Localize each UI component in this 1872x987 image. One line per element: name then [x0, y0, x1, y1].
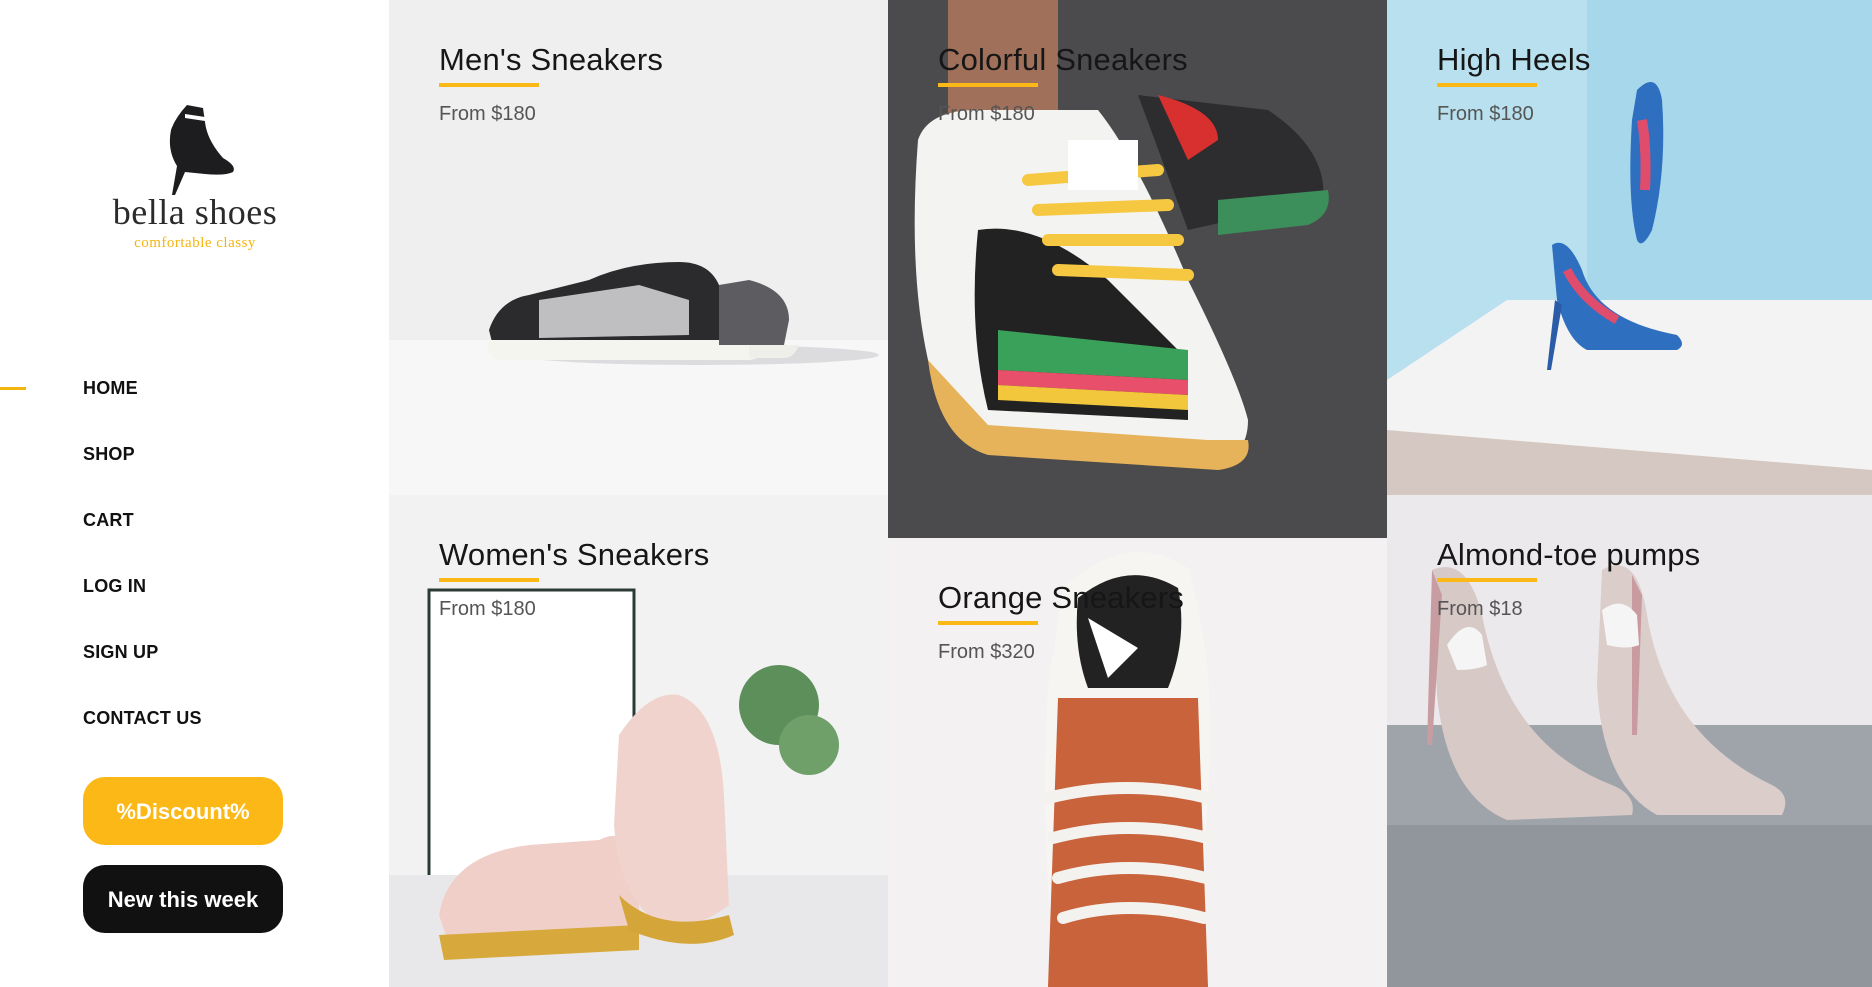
brand-tagline: comfortable classy: [134, 235, 256, 251]
nav-item-label: SIGN UP: [83, 642, 159, 662]
brand-name: bella shoes: [112, 192, 278, 232]
title-underline: [439, 83, 539, 87]
nav-item-label: HOME: [83, 378, 138, 398]
product-title: Almond-toe pumps: [1437, 537, 1701, 572]
product-title: High Heels: [1437, 42, 1591, 77]
nav-item-contact-us[interactable]: CONTACT US: [0, 685, 389, 751]
discount-button[interactable]: %Discount%: [83, 777, 283, 845]
sidebar: bella shoes comfortable classy HOME SHOP…: [0, 0, 389, 987]
title-underline: [938, 621, 1038, 625]
nav-item-home[interactable]: HOME: [0, 355, 389, 421]
product-title: Men's Sneakers: [439, 42, 664, 77]
product-price: From $180: [938, 103, 1035, 125]
colorful-sneakers-photo: [888, 0, 1387, 538]
nav-item-label: LOG IN: [83, 576, 147, 596]
product-tile-orange-sneakers[interactable]: Orange Sneakers From $320: [888, 538, 1387, 987]
product-price: From $180: [1437, 103, 1534, 125]
nav-item-cart[interactable]: CART: [0, 487, 389, 553]
product-tile-mens-sneakers[interactable]: Men's Sneakers From $180: [389, 0, 888, 495]
product-price: From $18: [1437, 598, 1523, 620]
product-tile-almond-toe-pumps[interactable]: Almond-toe pumps From $18: [1387, 495, 1872, 987]
nav-item-shop[interactable]: SHOP: [0, 421, 389, 487]
nav-item-log-in[interactable]: LOG IN: [0, 553, 389, 619]
product-tile-womens-sneakers[interactable]: Women's Sneakers From $180: [389, 495, 888, 987]
new-this-week-button[interactable]: New this week: [83, 865, 283, 933]
product-price: From $180: [439, 598, 536, 620]
title-underline: [938, 83, 1038, 87]
product-title: Women's Sneakers: [439, 537, 710, 572]
logo[interactable]: bella shoes comfortable classy: [80, 100, 310, 280]
product-tile-colorful-sneakers[interactable]: Colorful Sneakers From $180: [888, 0, 1387, 538]
product-title: Orange Sneakers: [938, 580, 1184, 615]
active-marker: [0, 387, 26, 390]
high-heel-boot-icon: [169, 105, 234, 195]
product-title: Colorful Sneakers: [938, 42, 1188, 77]
nav-item-sign-up[interactable]: SIGN UP: [0, 619, 389, 685]
product-price: From $180: [439, 103, 536, 125]
nav-item-label: SHOP: [83, 444, 135, 464]
main-nav: HOME SHOP CART LOG IN SIGN UP CONTACT US: [0, 355, 389, 751]
product-tile-high-heels[interactable]: High Heels From $180: [1387, 0, 1872, 495]
nav-item-label: CART: [83, 510, 134, 530]
nav-item-label: CONTACT US: [83, 708, 202, 728]
title-underline: [1437, 578, 1537, 582]
title-underline: [439, 578, 539, 582]
title-underline: [1437, 83, 1537, 87]
product-price: From $320: [938, 641, 1035, 663]
